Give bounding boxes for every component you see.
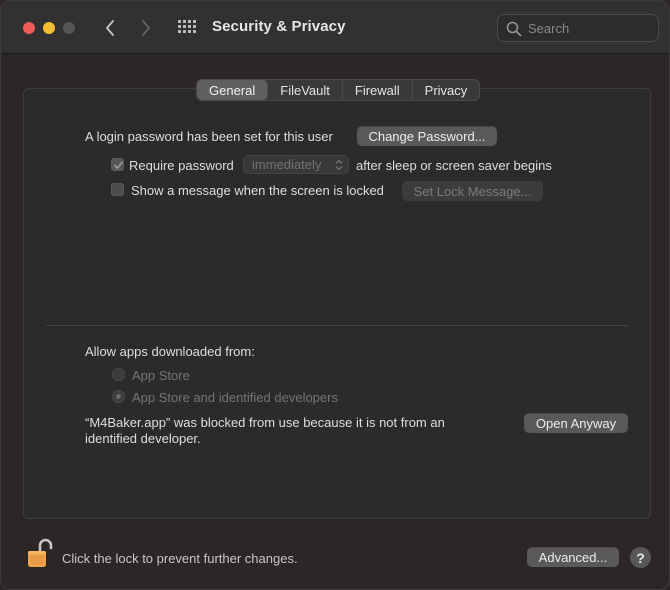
login-password-text: A login password has been set for this u… xyxy=(85,129,333,144)
up-down-arrows-icon xyxy=(335,159,343,171)
advanced-button[interactable]: Advanced... xyxy=(527,547,619,567)
tab-bar: General FileVault Firewall Privacy xyxy=(196,79,481,101)
search-field[interactable] xyxy=(497,14,659,42)
blocked-app-message-line1: “M4Baker.app” was blocked from use becau… xyxy=(85,415,445,430)
close-window-button[interactable] xyxy=(23,22,35,34)
tab-firewall[interactable]: Firewall xyxy=(343,80,413,100)
unlocked-padlock-icon xyxy=(28,538,53,567)
radio-app-store[interactable] xyxy=(112,368,125,381)
tab-filevault[interactable]: FileVault xyxy=(268,80,343,100)
title-bar: Security & Privacy xyxy=(1,1,669,54)
tab-privacy[interactable]: Privacy xyxy=(413,80,480,100)
after-sleep-text: after sleep or screen saver begins xyxy=(356,158,552,173)
blocked-app-message-line2: identified developer. xyxy=(85,431,201,446)
require-password-checkbox[interactable] xyxy=(111,158,124,171)
show-all-grid-icon[interactable] xyxy=(178,20,196,36)
radio-app-store-identified-label: App Store and identified developers xyxy=(132,390,338,405)
change-password-button[interactable]: Change Password... xyxy=(357,126,497,146)
section-divider xyxy=(46,325,628,326)
search-input[interactable] xyxy=(528,19,650,37)
open-anyway-button[interactable]: Open Anyway xyxy=(524,413,628,433)
require-password-delay-value: immediately xyxy=(252,157,322,172)
preferences-window: Security & Privacy General FileVault Fir… xyxy=(0,0,670,590)
show-message-checkbox[interactable] xyxy=(111,183,124,196)
general-panel xyxy=(23,88,651,519)
radio-app-store-label: App Store xyxy=(132,368,190,383)
radio-app-store-identified[interactable] xyxy=(112,390,125,403)
checkmark-icon xyxy=(114,161,123,169)
back-button[interactable] xyxy=(99,17,121,39)
lock-button[interactable] xyxy=(27,538,53,575)
require-password-delay-select[interactable]: immediately xyxy=(243,155,349,174)
minimize-window-button[interactable] xyxy=(43,22,55,34)
lock-status-text: Click the lock to prevent further change… xyxy=(62,551,298,566)
require-password-label: Require password xyxy=(129,158,234,173)
forward-button[interactable] xyxy=(135,17,157,39)
help-button[interactable]: ? xyxy=(630,547,651,568)
chevron-left-icon xyxy=(106,20,114,36)
show-message-label: Show a message when the screen is locked xyxy=(131,183,384,198)
tab-general[interactable]: General xyxy=(197,80,269,100)
search-icon xyxy=(506,21,522,37)
chevron-right-icon xyxy=(142,20,150,36)
set-lock-message-button[interactable]: Set Lock Message... xyxy=(402,181,543,201)
window-title: Security & Privacy xyxy=(212,18,346,35)
zoom-window-button[interactable] xyxy=(63,22,75,34)
allow-apps-heading: Allow apps downloaded from: xyxy=(85,344,255,359)
